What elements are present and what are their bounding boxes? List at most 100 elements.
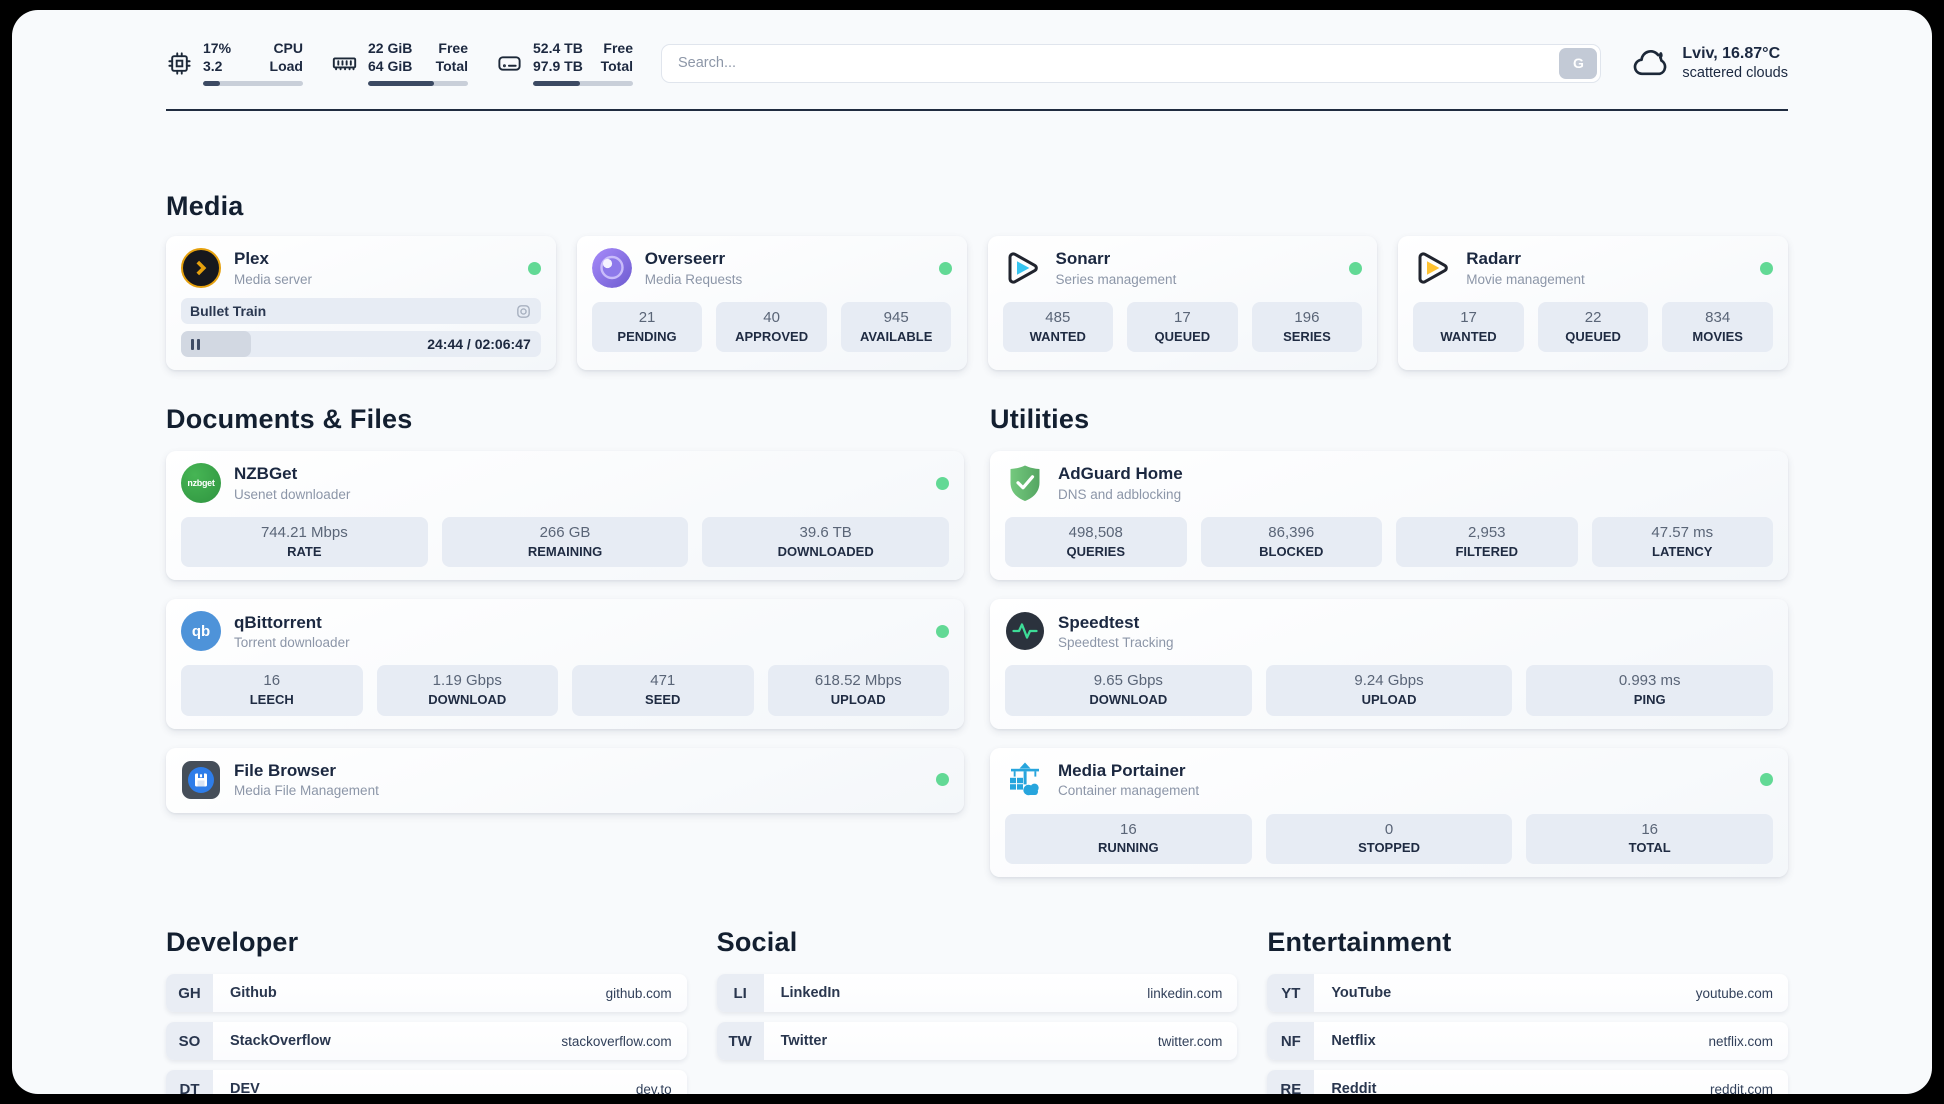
speedtest-icon [1005, 611, 1045, 651]
link-name: Netflix [1331, 1033, 1376, 1050]
stat-value: 0.993 ms [1618, 672, 1681, 690]
section-title-utilities: Utilities [990, 404, 1090, 434]
stat-label: LATENCY [1652, 543, 1713, 559]
sonarr-icon [1003, 248, 1043, 288]
stat-value: 40 [763, 309, 780, 326]
memory-icon [332, 56, 357, 70]
stat-label: BLOCKED [1259, 543, 1324, 559]
storage-progress-fill [533, 80, 580, 86]
link-reddit[interactable]: RE Reddit reddit.com [1267, 1070, 1788, 1094]
app-subtitle: Container management [1058, 783, 1200, 799]
app-card-portainer[interactable]: Media Portainer Container management 16 R… [990, 747, 1788, 878]
section-title-media: Media [166, 191, 244, 221]
app-card-qbittorrent[interactable]: qb qBittorrent Torrent downloader 16 LEEC… [166, 599, 964, 729]
link-youtube[interactable]: YT YouTube youtube.com [1267, 974, 1788, 1013]
search-engine-button[interactable]: G [1559, 47, 1598, 79]
app-card-adguard[interactable]: AdGuard Home DNS and adblocking 498,508 Q… [990, 451, 1788, 581]
stat-value: 16 [1119, 820, 1137, 838]
app-card-plex[interactable]: Plex Media server Bullet Train 24:44 / 0… [166, 236, 556, 370]
stat-value: 86,396 [1268, 524, 1315, 541]
stat-box: 9.65 Gbps DOWNLOAD [1005, 665, 1252, 716]
link-url: reddit.com [1709, 1081, 1773, 1094]
overseerr-icon [591, 248, 632, 288]
app-card-radarr[interactable]: Radarr Movie management 17 WANTED 22 QUEUE… [1398, 236, 1788, 370]
pause-icon[interactable] [191, 338, 200, 350]
stat-label: DOWNLOADED [777, 543, 874, 559]
stat-value: 39.6 TB [799, 524, 852, 541]
stat-value: 945 [883, 309, 909, 326]
stat-label: PING [1633, 691, 1666, 707]
stat-box: 21 PENDING [591, 302, 703, 353]
stat-value: 16 [263, 672, 281, 690]
link-abbr: SO [166, 1022, 213, 1061]
stat-label: FILTERED [1455, 543, 1519, 559]
stat-label: APPROVED [735, 328, 809, 344]
app-card-overseerr[interactable]: Overseerr Media Requests 21 PENDING 40 APP… [576, 236, 967, 370]
link-netflix[interactable]: NF Netflix netflix.com [1267, 1022, 1788, 1061]
link-url: youtube.com [1695, 985, 1773, 1001]
app-name: Speedtest [1058, 612, 1140, 632]
stat-label: WANTED [1029, 328, 1086, 344]
section-title-entertainment: Entertainment [1267, 927, 1452, 958]
status-online-dot [1760, 261, 1773, 275]
radarr-icon [1413, 248, 1453, 288]
weather-widget: Lviv, 16.87°C scattered clouds [1631, 43, 1788, 83]
stat-box: 0.993 ms PING [1526, 665, 1774, 716]
link-url: github.com [605, 985, 672, 1001]
app-subtitle: Torrent downloader [234, 635, 350, 651]
link-github[interactable]: GH Github github.com [166, 974, 687, 1013]
cpu-metric: 17% 3.2 CPU Load [166, 40, 303, 86]
portainer-icon [1005, 760, 1045, 800]
stat-value: 618.52 Mbps [814, 672, 902, 690]
link-twitter[interactable]: TW Twitter twitter.com [716, 1022, 1238, 1061]
stat-label: WANTED [1440, 328, 1497, 344]
link-stackoverflow[interactable]: SO StackOverflow stackoverflow.com [166, 1022, 687, 1061]
link-abbr: YT [1267, 974, 1315, 1013]
stat-value: 17 [1460, 309, 1477, 326]
memory-labels: Free Total [435, 40, 468, 74]
app-subtitle: Usenet downloader [234, 486, 351, 502]
link-name: StackOverflow [230, 1033, 331, 1050]
link-linkedin[interactable]: LI LinkedIn linkedin.com [716, 974, 1238, 1013]
stat-box: 0 STOPPED [1265, 813, 1513, 865]
app-card-speedtest[interactable]: Speedtest Speedtest Tracking 9.65 Gbps DO… [990, 599, 1788, 729]
stat-label: STOPPED [1358, 840, 1420, 856]
stat-box: 17 WANTED [1413, 302, 1524, 353]
stat-box: 17 QUEUED [1127, 302, 1238, 353]
stat-box: 498,508 QUERIES [1005, 517, 1187, 568]
app-name: NZBGet [234, 464, 298, 484]
stat-box: 2,953 FILTERED [1396, 517, 1578, 568]
link-url: dev.to [635, 1081, 672, 1094]
section-title-documents: Documents & Files [166, 404, 413, 434]
stat-label: MOVIES [1692, 328, 1743, 344]
app-subtitle: DNS and adblocking [1058, 486, 1182, 502]
cpu-icon [168, 51, 191, 75]
link-name: LinkedIn [780, 985, 841, 1002]
stat-box: 945 AVAILABLE [840, 302, 952, 353]
app-name: Plex [234, 249, 269, 269]
qbittorrent-icon: qb [181, 611, 221, 652]
adguard-icon [1005, 463, 1045, 503]
app-card-sonarr[interactable]: Sonarr Series management 485 WANTED 17 QUE… [987, 236, 1378, 370]
app-subtitle: Series management [1055, 271, 1177, 287]
stat-value: 47.57 ms [1651, 524, 1714, 541]
stat-box: 196 SERIES [1251, 302, 1363, 353]
stat-value: 196 [1294, 309, 1320, 326]
stat-label: DOWNLOAD [1089, 691, 1168, 707]
link-dev[interactable]: DT DEV dev.to [166, 1070, 687, 1094]
stat-box: 485 WANTED [1002, 302, 1114, 353]
search-input[interactable] [661, 43, 1602, 83]
app-card-nzbget[interactable]: nzbget NZBGet Usenet downloader 744.21 M… [166, 451, 964, 581]
playback-progress-bar: 24:44 / 02:06:47 [181, 331, 541, 357]
memory-metric: 22 GiB 64 GiB Free Total [331, 40, 468, 86]
stat-value: 0 [1384, 820, 1394, 838]
stat-box: 22 QUEUED [1537, 302, 1649, 353]
app-card-filebrowser[interactable]: File Browser Media File Management [166, 747, 964, 813]
now-playing-title: Bullet Train [190, 303, 267, 319]
stat-box: 471 SEED [572, 665, 754, 716]
stat-box: 16 TOTAL [1526, 813, 1774, 865]
stat-label: UPLOAD [830, 691, 886, 707]
stat-value: 2,953 [1467, 524, 1506, 541]
app-name: Media Portainer [1058, 761, 1186, 781]
stat-value: 21 [638, 309, 656, 326]
